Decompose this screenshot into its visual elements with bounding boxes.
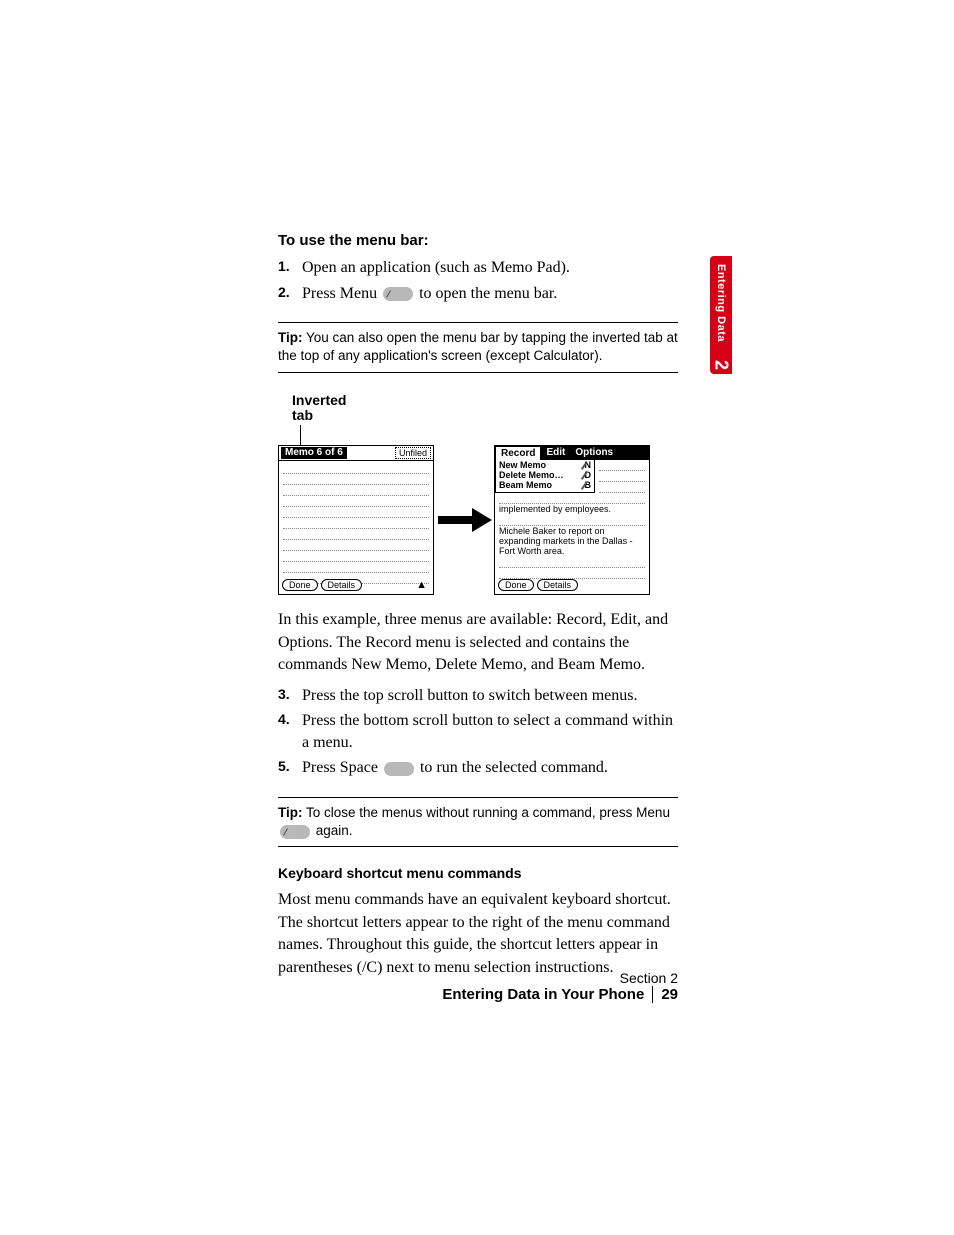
memo-text-line: implemented by employees.: [499, 504, 645, 514]
step-text: Open an application (such as Memo Pad).: [302, 257, 570, 279]
step-number: 1.: [278, 257, 302, 276]
memo-text-line: Michele Baker to report on expanding mar…: [499, 526, 645, 557]
tip-box-2: Tip: To close the menus without running …: [278, 797, 678, 847]
figure-callout-label: Inverted tab: [292, 393, 678, 424]
section-side-tab: Entering Data 2: [710, 256, 732, 374]
text-fragment: Press Menu: [302, 285, 381, 302]
menu-edit: Edit: [541, 446, 570, 460]
menu-item: Delete Memo…: [499, 470, 564, 480]
heading-use-menu-bar: To use the menu bar:: [278, 232, 678, 249]
heading-keyboard-shortcuts: Keyboard shortcut menu commands: [278, 865, 678, 881]
screenshot-menu-open: Record Edit Options New MemoN Delete Mem…: [494, 445, 650, 595]
details-button: Details: [537, 579, 579, 591]
step-text: Press Space to run the selected command.: [302, 757, 608, 779]
menu-key-icon: [383, 287, 413, 301]
dropdown-record-menu: New MemoN Delete Memo…D Beam MemoB: [495, 460, 595, 493]
tip-label: Tip:: [278, 330, 303, 345]
list-item: 2. Press Menu to open the menu bar.: [278, 283, 678, 305]
menu-bar: Record Edit Options: [495, 446, 649, 460]
text-fragment: Press Space: [302, 759, 382, 776]
tip-label: Tip:: [278, 805, 303, 820]
menu-item: Beam Memo: [499, 480, 552, 490]
screenshot-memo-pad: Memo 6 of 6 Unfiled Done Details ▲: [278, 445, 434, 595]
text-fragment: to run the selected command.: [420, 759, 608, 776]
page-footer: Section 2 Entering Data in Your Phone 29: [442, 970, 678, 1003]
step-number: 3.: [278, 685, 302, 704]
done-button: Done: [498, 579, 534, 591]
details-button: Details: [321, 579, 363, 591]
list-item: 3. Press the top scroll button to switch…: [278, 685, 678, 707]
sidetab-label: Entering Data: [715, 264, 727, 342]
body-paragraph: Most menu commands have an equivalent ke…: [278, 889, 678, 979]
list-item: 5. Press Space to run the selected comma…: [278, 757, 678, 779]
step-number: 4.: [278, 710, 302, 729]
space-key-icon: [384, 762, 414, 776]
page-number: 29: [652, 986, 678, 1003]
done-button: Done: [282, 579, 318, 591]
menu-key-icon: [280, 825, 310, 839]
footer-title: Entering Data in Your Phone: [442, 986, 644, 1003]
step-number: 2.: [278, 283, 302, 302]
step-text: Press Menu to open the menu bar.: [302, 283, 557, 305]
sidetab-number: 2: [711, 360, 732, 370]
step-text: Press the top scroll button to switch be…: [302, 685, 638, 707]
menu-options: Options: [570, 446, 618, 460]
tip-text: again.: [312, 823, 353, 838]
text-fragment: to open the menu bar.: [419, 285, 557, 302]
tip-box-1: Tip: You can also open the menu bar by t…: [278, 322, 678, 372]
step-number: 5.: [278, 757, 302, 776]
menu-record: Record: [495, 446, 541, 460]
list-item: 1. Open an application (such as Memo Pad…: [278, 257, 678, 279]
tip-text: To close the menus without running a com…: [303, 805, 670, 820]
scroll-up-icon: ▲: [416, 579, 427, 591]
callout-line: [300, 425, 301, 445]
text-fragment: tab: [292, 407, 313, 423]
list-item: 4. Press the bottom scroll button to sel…: [278, 710, 678, 753]
steps-list-1: 1. Open an application (such as Memo Pad…: [278, 257, 678, 304]
category-selector: Unfiled: [395, 447, 431, 459]
step-text: Press the bottom scroll button to select…: [302, 710, 678, 753]
arrow-icon: [434, 508, 494, 532]
window-title: Memo 6 of 6: [281, 447, 347, 459]
text-fragment: Inverted: [292, 392, 346, 408]
tip-text: You can also open the menu bar by tappin…: [278, 330, 678, 363]
menu-item: New Memo: [499, 460, 546, 470]
body-paragraph: In this example, three menus are availab…: [278, 609, 678, 676]
steps-list-2: 3. Press the top scroll button to switch…: [278, 685, 678, 779]
figure-area: Inverted tab Memo 6 of 6 Unfiled Done: [278, 393, 678, 596]
footer-section: Section 2: [442, 970, 678, 986]
